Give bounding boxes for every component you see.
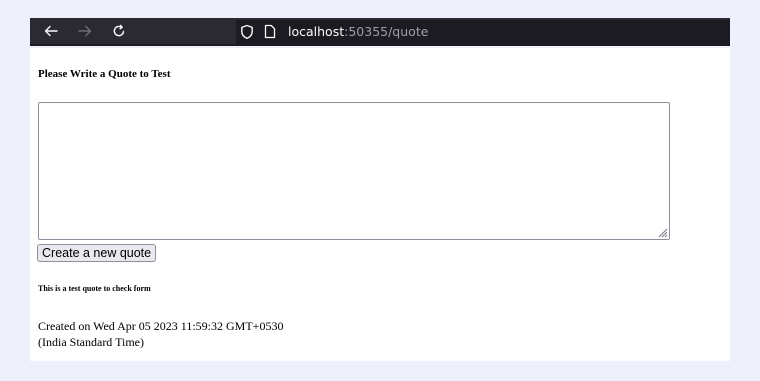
url-path: :50355/quote (344, 24, 429, 39)
reload-button[interactable] (108, 20, 130, 42)
page-icon (264, 24, 276, 39)
reload-icon (113, 24, 125, 37)
url-host: localhost (288, 24, 345, 39)
back-button[interactable] (40, 20, 62, 42)
form-heading: Please Write a Quote to Test (38, 68, 171, 80)
quote-textarea[interactable] (38, 102, 670, 240)
quote-text: This is a test quote to check form (38, 284, 151, 293)
create-quote-button[interactable]: Create a new quote (37, 244, 157, 262)
arrow-right-icon (78, 25, 92, 37)
forward-button[interactable] (74, 20, 96, 42)
arrow-left-icon (44, 25, 58, 37)
resize-grip-icon[interactable] (657, 227, 668, 238)
page-content: Please Write a Quote to Test Create a ne… (30, 48, 730, 361)
address-bar[interactable]: localhost:50355/quote (236, 20, 730, 44)
created-line-1: Created on Wed Apr 05 2023 11:59:32 GMT+… (38, 319, 284, 333)
created-timestamp: Created on Wed Apr 05 2023 11:59:32 GMT+… (38, 318, 283, 350)
shield-icon[interactable] (240, 24, 254, 40)
browser-toolbar: localhost:50355/quote (30, 18, 730, 46)
url-text[interactable]: localhost:50355/quote (288, 23, 428, 41)
created-line-2: (India Standard Time) (38, 335, 144, 349)
